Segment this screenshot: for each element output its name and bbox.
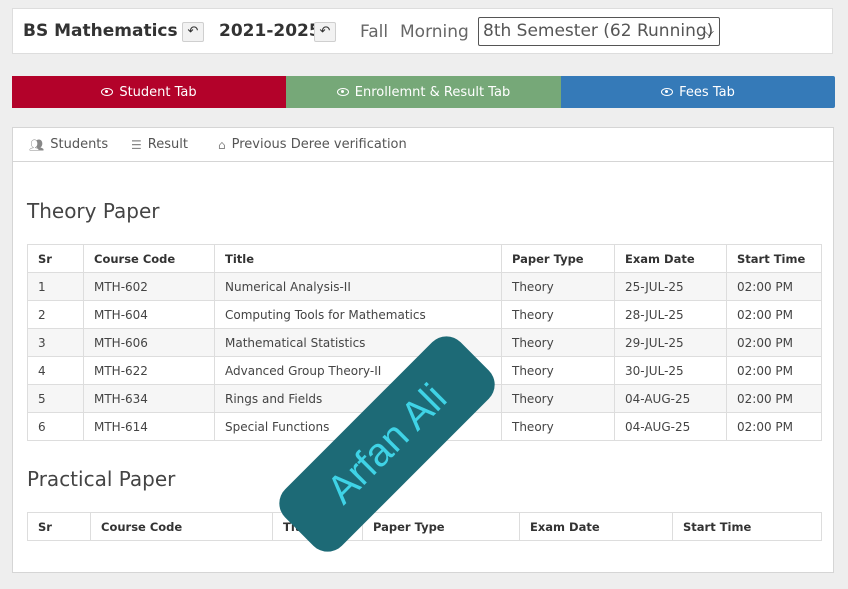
exam-date-cell: 04-AUG-25 <box>614 384 727 413</box>
table-row: 6 MTH-614 Special Functions Theory 04-AU… <box>27 412 822 441</box>
paper-type-cell: Theory <box>501 272 615 301</box>
tab-enrollment-result[interactable]: Enrollemnt & Result Tab <box>286 76 561 108</box>
title-cell: Numerical Analysis-II <box>214 272 502 301</box>
start-time-cell: 02:00 PM <box>726 272 822 301</box>
list-icon: ☰ <box>131 137 142 152</box>
title-cell: Special Functions <box>214 412 502 441</box>
sr-cell: 1 <box>27 272 84 301</box>
course-code-cell: MTH-602 <box>83 272 215 301</box>
sr-cell: 2 <box>27 300 84 329</box>
start-time-cell: 02:00 PM <box>726 300 822 329</box>
table-row: 1 MTH-602 Numerical Analysis-II Theory 2… <box>27 272 822 301</box>
program-header: BS Mathematics ↶ 2021-2025 ↶ Fall Mornin… <box>12 8 833 54</box>
table-row: 2 MTH-604 Computing Tools for Mathematic… <box>27 300 822 329</box>
program-title: BS Mathematics <box>23 21 178 41</box>
sr-cell: 4 <box>27 356 84 385</box>
practical-table: Sr Course Code Title Paper Type Exam Dat… <box>27 512 822 541</box>
title-cell: Computing Tools for Mathematics <box>214 300 502 329</box>
sub-tabs: 👥︎ Students ☰ Result ⌂ Previous Deree ve… <box>13 128 833 162</box>
course-code-cell: MTH-604 <box>83 300 215 329</box>
theory-paper-title: Theory Paper <box>27 199 160 223</box>
sub-tab-students[interactable]: 👥︎ Students <box>29 137 108 152</box>
exam-date-cell: 29-JUL-25 <box>614 328 727 357</box>
table-header-row: Sr Course Code Title Paper Type Exam Dat… <box>27 244 822 273</box>
column-header: Sr <box>27 512 91 541</box>
column-header: Sr <box>27 244 84 273</box>
sr-cell: 3 <box>27 328 84 357</box>
sub-tab-previous-degree[interactable]: ⌂ Previous Deree verification <box>218 137 407 152</box>
semester-select[interactable]: 8th Semester (62 Running) ⌵ <box>478 17 720 46</box>
start-time-cell: 02:00 PM <box>726 412 822 441</box>
title-cell: Rings and Fields <box>214 384 502 413</box>
reply-arrow-icon[interactable]: ↶ <box>182 22 204 42</box>
course-code-cell: MTH-614 <box>83 412 215 441</box>
table-header-row: Sr Course Code Title Paper Type Exam Dat… <box>27 512 822 541</box>
paper-type-cell: Theory <box>501 412 615 441</box>
content-panel: 👥︎ Students ☰ Result ⌂ Previous Deree ve… <box>12 127 834 573</box>
paper-type-cell: Theory <box>501 384 615 413</box>
paper-type-cell: Theory <box>501 328 615 357</box>
session-years: 2021-2025 <box>219 21 321 41</box>
season-label: Fall <box>360 22 389 42</box>
paper-type-cell: Theory <box>501 300 615 329</box>
sr-cell: 5 <box>27 384 84 413</box>
tab-enrollment-result-label: Enrollemnt & Result Tab <box>354 84 511 100</box>
start-time-cell: 02:00 PM <box>726 356 822 385</box>
course-code-cell: MTH-622 <box>83 356 215 385</box>
tab-student-label: Student Tab <box>119 84 197 100</box>
sub-tab-result-label: Result <box>147 137 188 152</box>
main-tabs: Student Tab Enrollemnt & Result Tab Fees… <box>12 76 835 108</box>
column-header: Exam Date <box>614 244 727 273</box>
course-code-cell: MTH-634 <box>83 384 215 413</box>
start-time-cell: 02:00 PM <box>726 328 822 357</box>
column-header: Paper Type <box>501 244 615 273</box>
column-header: Start Time <box>672 512 822 541</box>
table-row: 3 MTH-606 Mathematical Statistics Theory… <box>27 328 822 357</box>
tab-fees-label: Fees Tab <box>679 84 735 100</box>
start-time-cell: 02:00 PM <box>726 384 822 413</box>
eye-icon <box>336 88 349 96</box>
table-row: 4 MTH-622 Advanced Group Theory-II Theor… <box>27 356 822 385</box>
column-header: Exam Date <box>519 512 673 541</box>
theory-table: Sr Course Code Title Paper Type Exam Dat… <box>27 244 822 441</box>
column-header: Course Code <box>90 512 273 541</box>
graduation-cap-icon: ⌂ <box>218 137 226 152</box>
shift-label: Morning <box>400 22 469 42</box>
exam-date-cell: 04-AUG-25 <box>614 412 727 441</box>
table-row: 5 MTH-634 Rings and Fields Theory 04-AUG… <box>27 384 822 413</box>
users-icon: 👥︎ <box>29 137 45 152</box>
sr-cell: 6 <box>27 412 84 441</box>
column-header: Title <box>214 244 502 273</box>
column-header: Start Time <box>726 244 822 273</box>
column-header: Title <box>272 512 363 541</box>
tab-student[interactable]: Student Tab <box>12 76 286 108</box>
sub-tab-previous-degree-label: Previous Deree verification <box>231 137 407 152</box>
column-header: Course Code <box>83 244 215 273</box>
exam-date-cell: 28-JUL-25 <box>614 300 727 329</box>
eye-icon <box>101 88 114 96</box>
sub-tab-students-label: Students <box>50 137 109 152</box>
exam-date-cell: 25-JUL-25 <box>614 272 727 301</box>
title-cell: Mathematical Statistics <box>214 328 502 357</box>
paper-type-cell: Theory <box>501 356 615 385</box>
tab-fees[interactable]: Fees Tab <box>561 76 835 108</box>
chevron-down-icon: ⌵ <box>704 25 714 40</box>
title-cell: Advanced Group Theory-II <box>214 356 502 385</box>
semester-select-value: 8th Semester (62 Running) <box>483 21 714 41</box>
sub-tab-result[interactable]: ☰ Result <box>131 137 188 152</box>
course-code-cell: MTH-606 <box>83 328 215 357</box>
reply-arrow-icon[interactable]: ↶ <box>314 22 336 42</box>
eye-icon <box>661 88 674 96</box>
column-header: Paper Type <box>362 512 520 541</box>
practical-paper-title: Practical Paper <box>27 467 176 491</box>
exam-date-cell: 30-JUL-25 <box>614 356 727 385</box>
